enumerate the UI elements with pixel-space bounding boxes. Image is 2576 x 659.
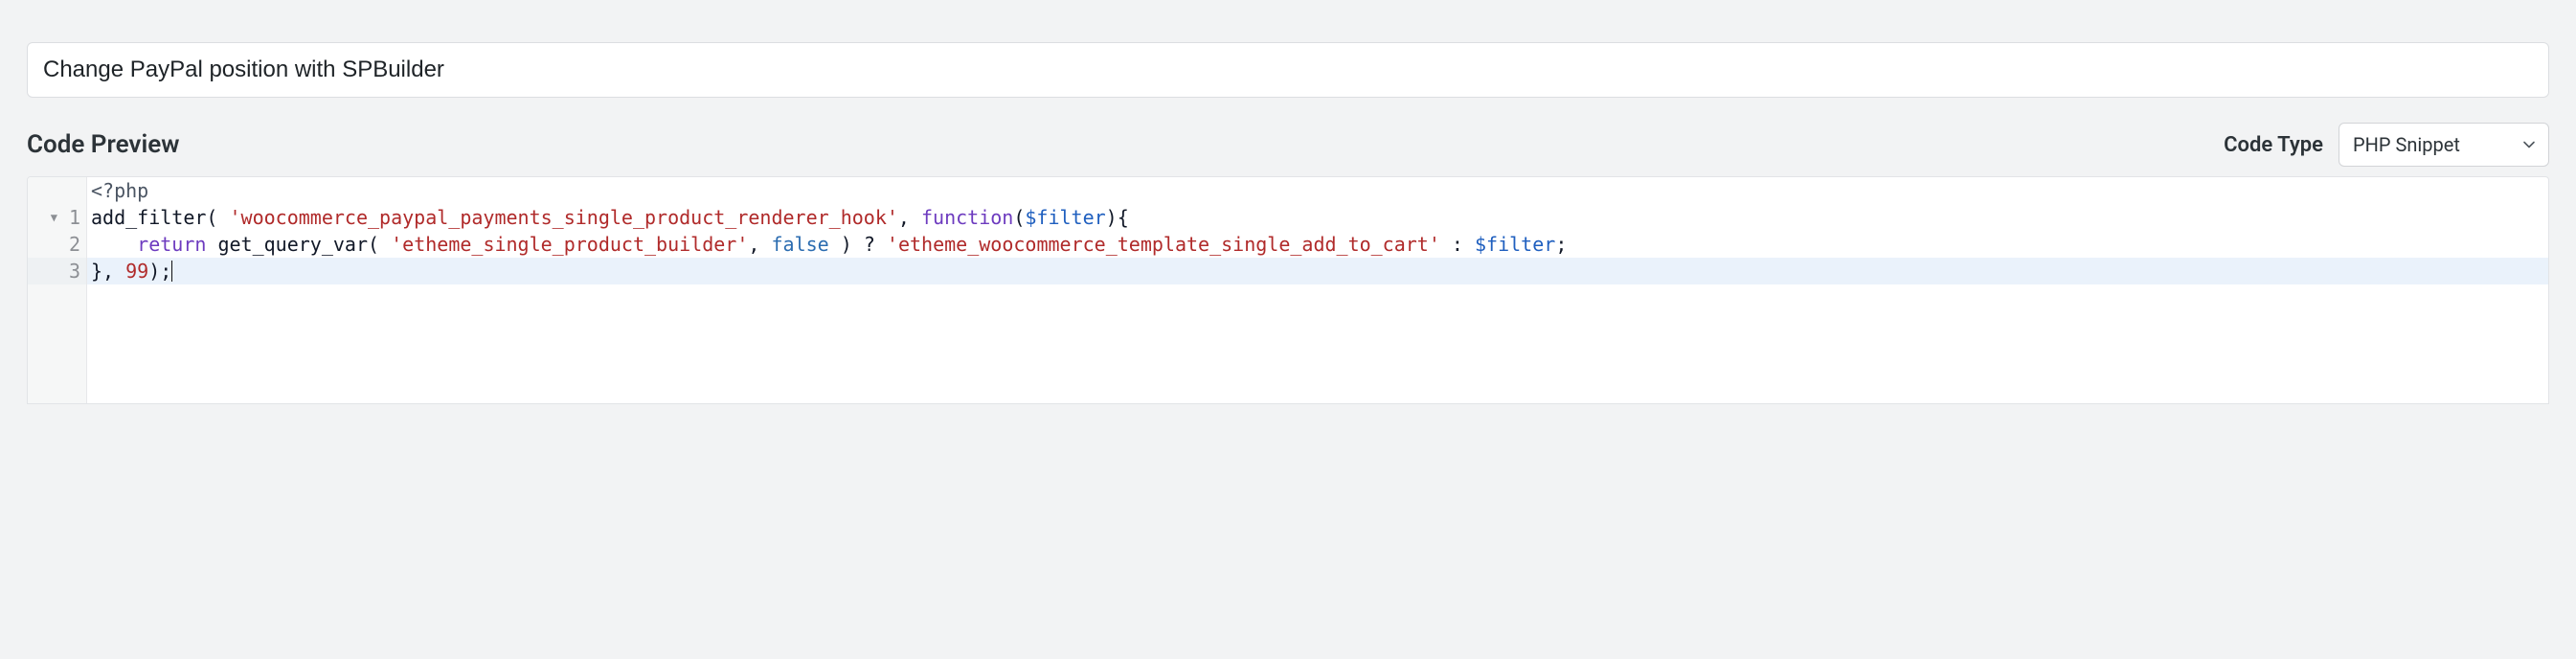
token <box>206 233 217 256</box>
code-type-wrap: Code Type PHP Snippet <box>2224 123 2549 167</box>
editor-blank-area[interactable] <box>28 284 2548 403</box>
token-variable: $filter <box>1025 206 1105 229</box>
token-const: false <box>771 233 828 256</box>
token: ) ? <box>829 233 887 256</box>
gutter: 2 <box>28 231 87 258</box>
token: }, <box>91 260 125 283</box>
token: ( <box>368 233 391 256</box>
code-type-label: Code Type <box>2224 133 2323 157</box>
code-line[interactable]: 2 return get_query_var( 'etheme_single_p… <box>28 231 2548 258</box>
token-keyword: function <box>921 206 1013 229</box>
token-string: 'woocommerce_paypal_payments_single_prod… <box>230 206 898 229</box>
token: ( <box>206 206 229 229</box>
token-function: add_filter <box>91 206 206 229</box>
token-function: get_query_var <box>217 233 368 256</box>
line-number: 3 <box>65 258 80 284</box>
code-editor[interactable]: <?php ▼ 1 add_filter( 'woocommerce_paypa… <box>27 176 2549 404</box>
token-variable: $filter <box>1475 233 1555 256</box>
token-number: 99 <box>125 260 148 283</box>
snippet-title-input[interactable] <box>27 42 2549 98</box>
token: , <box>748 233 771 256</box>
code-line[interactable]: <?php <box>28 177 2548 204</box>
token-string: 'etheme_single_product_builder' <box>391 233 748 256</box>
token <box>91 233 137 256</box>
code-line[interactable]: 3 }, 99); <box>28 258 2548 284</box>
token: , <box>898 206 921 229</box>
token: ); <box>148 260 171 283</box>
gutter: 3 <box>28 258 87 284</box>
code-preview-heading: Code Preview <box>27 130 179 159</box>
fold-toggle-icon[interactable]: ▼ <box>51 204 57 231</box>
token-string: 'etheme_woocommerce_template_single_add_… <box>887 233 1440 256</box>
line-number: 2 <box>65 231 80 258</box>
token: ; <box>1555 233 1567 256</box>
chevron-down-icon <box>2521 137 2537 152</box>
gutter <box>28 284 87 403</box>
line-number: 1 <box>65 204 80 231</box>
gutter <box>28 177 87 204</box>
token: ){ <box>1106 206 1129 229</box>
token-keyword: return <box>137 233 206 256</box>
preview-header: Code Preview Code Type PHP Snippet <box>27 123 2549 167</box>
code-type-select[interactable]: PHP Snippet <box>2339 123 2549 167</box>
code-type-selected-value: PHP Snippet <box>2353 133 2460 156</box>
token: : <box>1440 233 1475 256</box>
code-line[interactable]: ▼ 1 add_filter( 'woocommerce_paypal_paym… <box>28 204 2548 231</box>
gutter: ▼ 1 <box>28 204 87 231</box>
text-cursor <box>171 261 172 282</box>
php-open-tag: <?php <box>91 179 148 202</box>
token: ( <box>1013 206 1025 229</box>
